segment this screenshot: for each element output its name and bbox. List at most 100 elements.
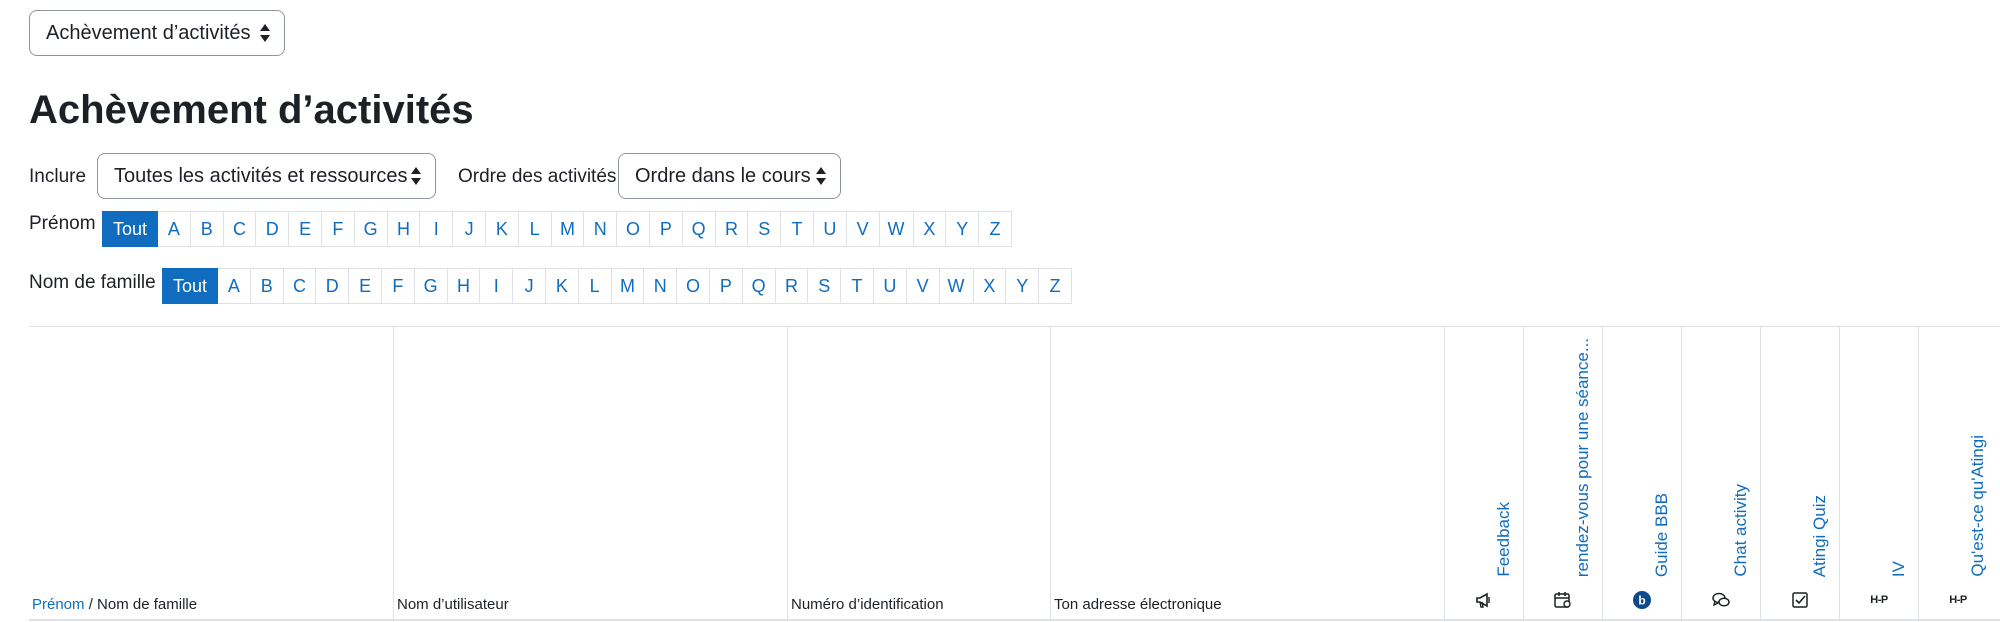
lastname-initial-q[interactable]: Q [742, 268, 776, 304]
completion-report-table: Prénom / Nom de famille Nom d’utilisateu… [29, 326, 2000, 621]
activity-link[interactable]: rendez-vous pour une séance... [1573, 338, 1593, 577]
firstname-initial-h[interactable]: H [387, 211, 421, 247]
firstname-initial-z[interactable]: Z [979, 211, 1012, 247]
firstname-initial-s[interactable]: S [748, 211, 782, 247]
lastname-initial-f[interactable]: F [381, 268, 415, 304]
include-select[interactable]: Toutes les activités et ressources [97, 153, 436, 199]
lastname-initial-r[interactable]: R [775, 268, 809, 304]
column-username-header: Nom d’utilisateur [393, 327, 787, 619]
activity-column-4: Atingi Quiz [1760, 327, 1839, 619]
lastname-initial-e[interactable]: E [349, 268, 382, 304]
lastname-initial-l[interactable]: L [578, 268, 612, 304]
include-select-value: Toutes les activités et ressources [114, 164, 408, 187]
firstname-initial-g[interactable]: G [354, 211, 388, 247]
h5p-icon-text: H-P [1870, 594, 1888, 606]
lastname-initial-t[interactable]: T [841, 268, 874, 304]
firstname-initial-f[interactable]: F [321, 211, 355, 247]
firstname-initial-a[interactable]: A [158, 211, 191, 247]
lastname-initial-n[interactable]: N [644, 268, 678, 304]
order-select-value: Ordre dans le cours [635, 164, 811, 187]
activity-link[interactable]: Chat activity [1731, 484, 1751, 577]
lastname-initial-a[interactable]: A [218, 268, 251, 304]
email-header: Ton adresse électronique [1054, 596, 1222, 613]
activity-column-2: Guide BBB b [1602, 327, 1681, 619]
order-select[interactable]: Ordre dans le cours [618, 153, 841, 199]
lastname-initials-bar: Tout A B C D E F G H I J K L M N O P Q R S T U V W X Y Z [162, 268, 1072, 304]
username-header: Nom d’utilisateur [397, 596, 509, 613]
activity-link[interactable]: Feedback [1494, 502, 1514, 577]
quiz-icon [1789, 589, 1811, 611]
lastname-filter-label: Nom de famille [29, 272, 156, 293]
activity-link[interactable]: Guide BBB [1652, 493, 1672, 577]
lastname-initial-z[interactable]: Z [1039, 268, 1072, 304]
firstname-initial-c[interactable]: C [223, 211, 257, 247]
column-idnumber-header: Numéro d’identification [787, 327, 1050, 619]
page-title: Achèvement d’activités [29, 88, 474, 132]
firstname-initial-all[interactable]: Tout [102, 211, 158, 247]
firstname-initial-l[interactable]: L [518, 211, 552, 247]
lastname-initial-c[interactable]: C [283, 268, 317, 304]
firstname-initial-j[interactable]: J [453, 211, 486, 247]
lastname-initial-v[interactable]: V [906, 268, 940, 304]
lastname-initial-i[interactable]: I [480, 268, 514, 304]
lastname-initial-m[interactable]: M [611, 268, 645, 304]
idnumber-header: Numéro d’identification [791, 596, 944, 613]
lastname-initial-p[interactable]: P [709, 268, 743, 304]
firstname-initial-v[interactable]: V [846, 211, 880, 247]
lastname-initial-y[interactable]: Y [1006, 268, 1040, 304]
firstname-initial-m[interactable]: M [551, 211, 585, 247]
lastname-initial-x[interactable]: X [973, 268, 1007, 304]
firstname-initial-n[interactable]: N [584, 211, 618, 247]
firstname-initial-r[interactable]: R [715, 211, 749, 247]
lastname-initial-h[interactable]: H [447, 268, 481, 304]
bigbluebutton-icon: b [1631, 589, 1653, 611]
firstname-initial-d[interactable]: D [256, 211, 290, 247]
activity-link[interactable]: Atingi Quiz [1810, 495, 1830, 577]
feedback-icon [1473, 589, 1495, 611]
column-name-header: Prénom / Nom de famille [29, 327, 393, 619]
firstname-initial-w[interactable]: W [879, 211, 914, 247]
firstname-initial-b[interactable]: B [190, 211, 224, 247]
activity-column-3: Chat activity [1681, 327, 1760, 619]
lastname-initial-b[interactable]: B [250, 268, 284, 304]
firstname-initial-i[interactable]: I [420, 211, 454, 247]
lastname-initial-all[interactable]: Tout [162, 268, 218, 304]
lastname-initial-k[interactable]: K [545, 268, 579, 304]
firstname-initials-bar: Tout A B C D E F G H I J K L M N O P Q R S T U V W X Y Z [102, 211, 1012, 247]
activity-link[interactable]: IV [1889, 561, 1909, 577]
firstname-initial-k[interactable]: K [485, 211, 519, 247]
firstname-initial-y[interactable]: Y [946, 211, 980, 247]
report-selector-value: Achèvement d’activités [46, 21, 251, 44]
lastname-initial-o[interactable]: O [677, 268, 710, 304]
report-selector[interactable]: Achèvement d’activités [29, 10, 285, 56]
firstname-initial-e[interactable]: E [289, 211, 322, 247]
activity-link[interactable]: Qu'est-ce qu'Atingi [1968, 435, 1988, 577]
include-label: Inclure [29, 166, 87, 187]
firstname-initial-p[interactable]: P [649, 211, 683, 247]
firstname-initial-o[interactable]: O [617, 211, 650, 247]
h5p-icon-text: H-P [1949, 594, 1967, 606]
lastname-initial-g[interactable]: G [414, 268, 448, 304]
select-arrows-icon [260, 24, 270, 42]
lastname-initial-j[interactable]: J [513, 268, 546, 304]
firstname-filter-label: Prénom [29, 213, 96, 234]
lastname-initial-w[interactable]: W [939, 268, 974, 304]
column-email-header: Ton adresse électronique [1050, 327, 1444, 619]
activity-column-5: IV H-P [1839, 327, 1918, 619]
firstname-initial-t[interactable]: T [781, 211, 814, 247]
sort-firstname-link[interactable]: Prénom [32, 596, 85, 613]
lastname-initial-d[interactable]: D [316, 268, 350, 304]
activity-column-1: rendez-vous pour une séance... [1523, 327, 1602, 619]
firstname-initial-q[interactable]: Q [682, 211, 716, 247]
select-arrows-icon [816, 167, 826, 185]
firstname-initial-u[interactable]: U [813, 211, 847, 247]
order-label: Ordre des activités [458, 166, 617, 187]
scheduler-icon [1552, 589, 1574, 611]
firstname-initial-x[interactable]: X [913, 211, 947, 247]
h5p-icon: H-P [1868, 589, 1890, 611]
activity-column-6: Qu'est-ce qu'Atingi H-P [1918, 327, 1997, 619]
lastname-initial-s[interactable]: S [808, 268, 842, 304]
select-arrows-icon [411, 167, 421, 185]
sort-lastname-link[interactable]: Nom de famille [97, 596, 197, 613]
lastname-initial-u[interactable]: U [873, 268, 907, 304]
